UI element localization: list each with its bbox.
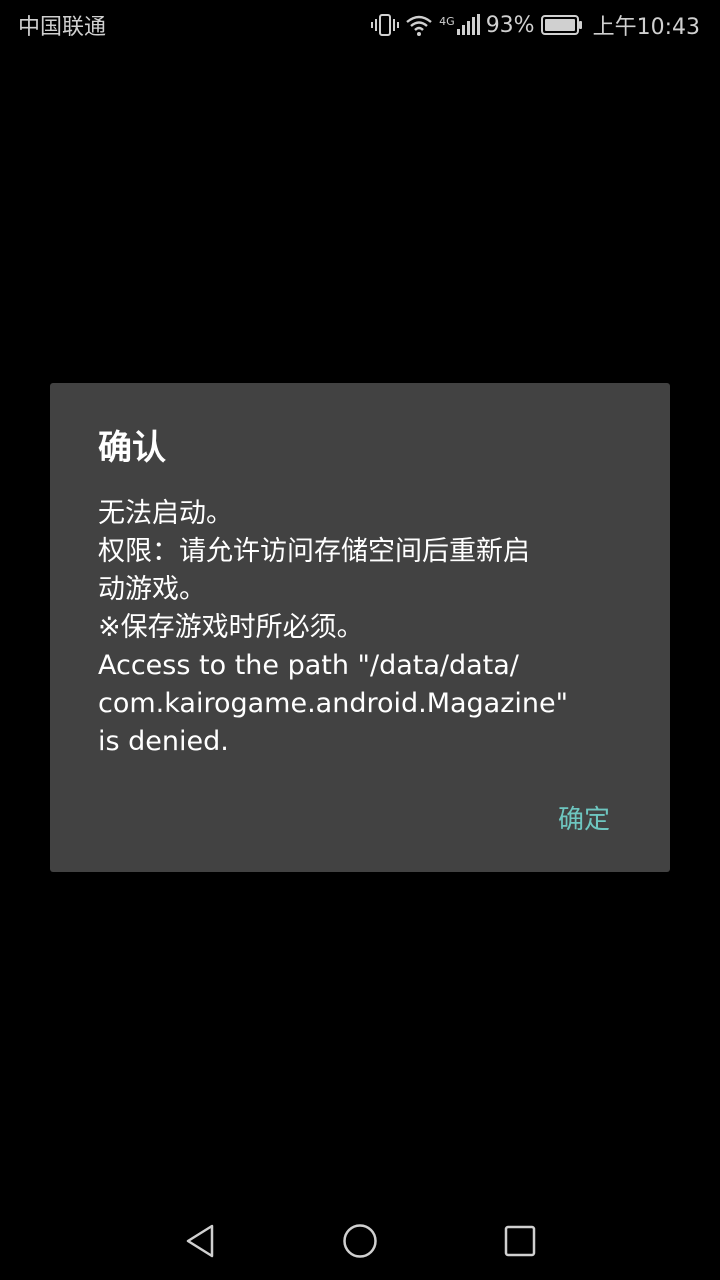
home-button[interactable] <box>330 1218 390 1268</box>
status-left: 中国联通 <box>18 9 106 41</box>
back-button[interactable] <box>170 1218 230 1268</box>
message-line: is denied. <box>98 726 229 757</box>
battery-percent: 93% <box>485 12 535 38</box>
message-line: Access to the path "/data/data/ <box>98 650 519 681</box>
network-type: 4G <box>439 15 455 28</box>
recents-button[interactable] <box>490 1218 550 1268</box>
message-line: 动游戏。 <box>98 574 206 605</box>
carrier-name: 中国联通 <box>18 15 107 40</box>
status-right: 4G 93% 上午10:43 <box>371 9 700 41</box>
status-bar: 中国联通 4G 93% 上午10:43 <box>0 0 720 50</box>
navigation-bar <box>0 1208 720 1280</box>
battery-icon <box>540 14 583 36</box>
signal-icon: 4G <box>439 14 480 36</box>
message-line: 权限：请允许访问存储空间后重新启 <box>98 536 530 567</box>
back-icon <box>184 1223 216 1263</box>
alert-dialog: 确认 无法启动。 权限：请允许访问存储空间后重新启 动游戏。 ※保存游戏时所必须… <box>50 383 670 872</box>
message-line: 无法启动。 <box>98 498 233 529</box>
screen: 中国联通 4G 93% 上午10:43 确认 无法启动。 权限：请允许访问存储空… <box>0 0 720 1280</box>
dialog-title: 确认 <box>98 428 166 468</box>
message-line: com.kairogame.android.Magazine" <box>98 688 569 719</box>
dialog-message: 无法启动。 权限：请允许访问存储空间后重新启 动游戏。 ※保存游戏时所必须。 A… <box>98 495 628 761</box>
wifi-icon <box>405 13 433 37</box>
vibrate-icon <box>371 13 400 37</box>
recents-icon <box>504 1225 536 1261</box>
ok-button[interactable]: 确定 <box>540 793 628 841</box>
clock: 上午10:43 <box>592 15 700 40</box>
home-icon <box>342 1223 378 1263</box>
message-line: ※保存游戏时所必须。 <box>98 612 364 643</box>
